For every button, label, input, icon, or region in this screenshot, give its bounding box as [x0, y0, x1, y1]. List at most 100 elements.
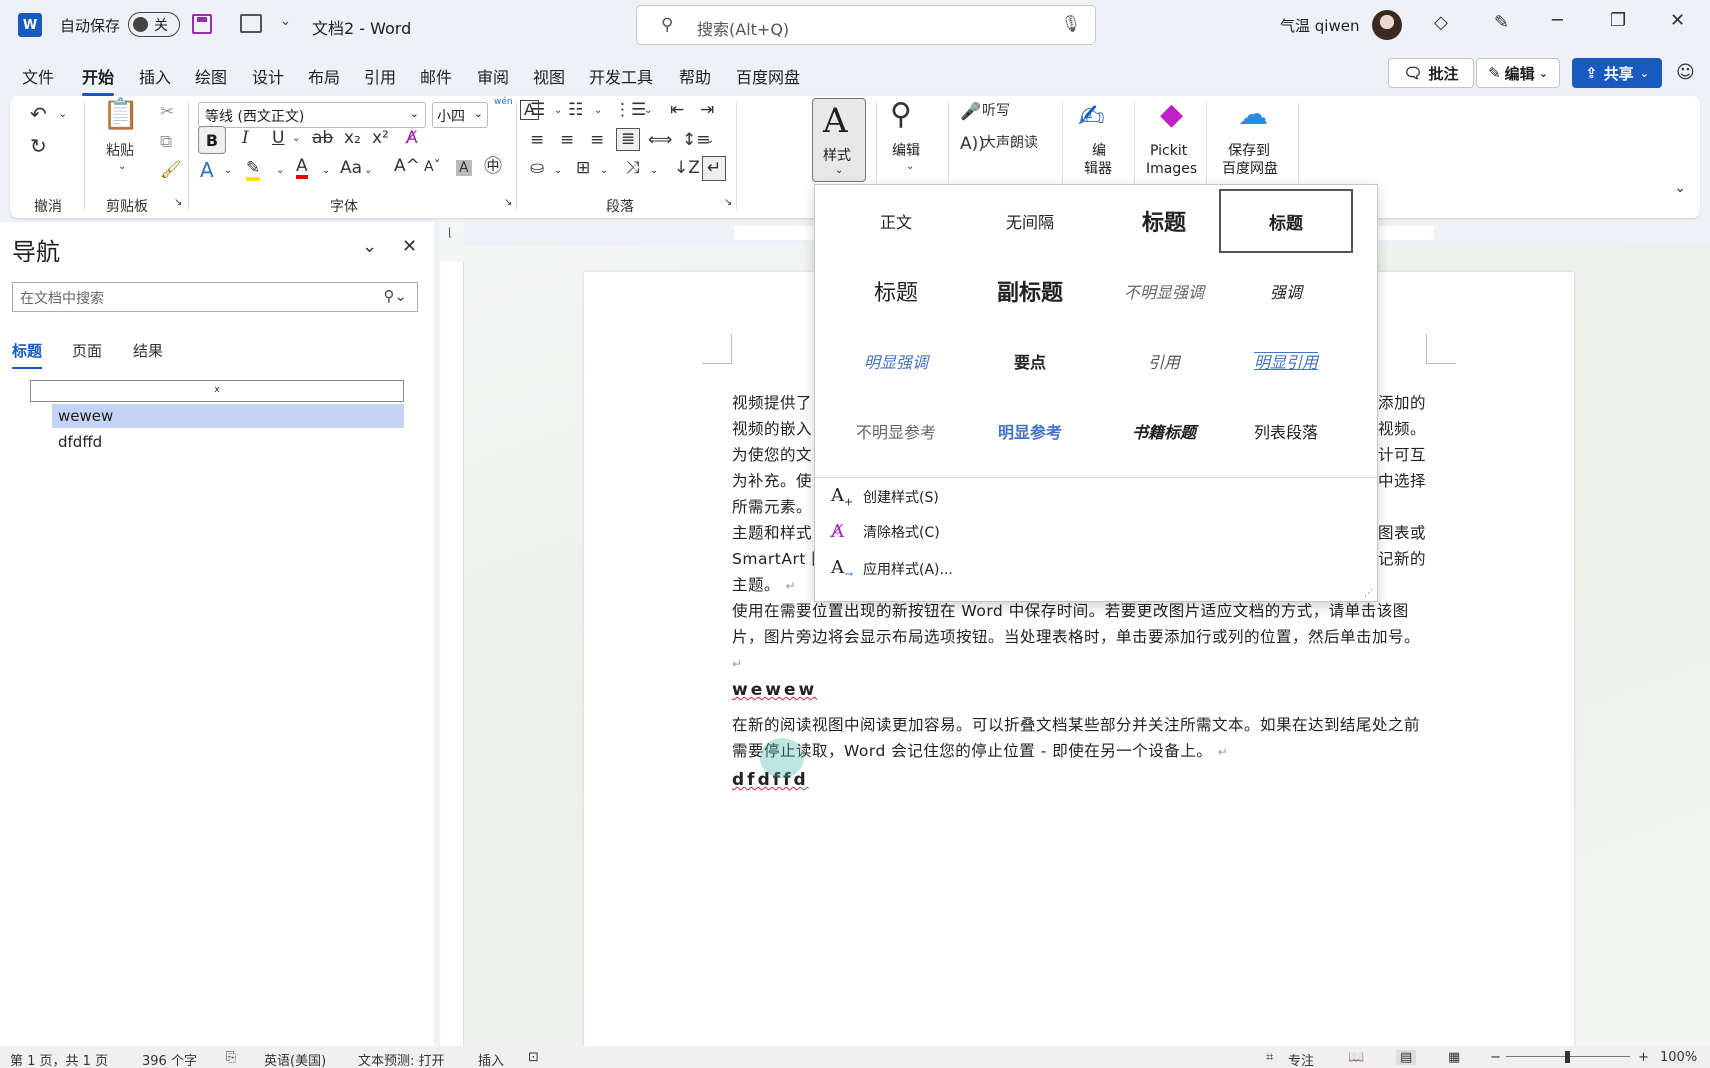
- font-color-icon[interactable]: A: [296, 158, 308, 179]
- diamond-icon[interactable]: ◇: [1434, 12, 1448, 33]
- show-formatting-marks-icon[interactable]: ↵: [702, 156, 727, 181]
- style-quote[interactable]: 引用: [1097, 329, 1231, 393]
- numbering-icon[interactable]: ☷: [568, 102, 583, 119]
- macro-recording-icon[interactable]: ⊡: [528, 1050, 539, 1065]
- vertical-ruler[interactable]: [440, 262, 464, 1046]
- nav-tab-headings[interactable]: 标题: [12, 340, 43, 369]
- editor-label-line1[interactable]: 编: [1092, 142, 1106, 161]
- chevron-down-icon[interactable]: ⌄: [118, 162, 126, 172]
- avatar[interactable]: [1372, 10, 1402, 40]
- editing-label[interactable]: 编辑: [892, 142, 920, 161]
- chevron-down-icon[interactable]: ⌄: [224, 166, 232, 176]
- styles-button[interactable]: A 样式 ⌄: [812, 98, 866, 182]
- pen-icon[interactable]: ✎: [1494, 12, 1509, 33]
- close-icon[interactable]: ✕: [1670, 10, 1685, 31]
- tab-mailings[interactable]: 邮件: [420, 64, 452, 88]
- chevron-down-icon[interactable]: ⌄: [554, 166, 562, 176]
- comments-button[interactable]: 🗨 批注: [1388, 58, 1474, 88]
- word-count[interactable]: 396 个字: [142, 1050, 197, 1068]
- nav-heading-item[interactable]: dfdffd: [52, 430, 404, 454]
- increase-indent-icon[interactable]: ⇥: [700, 102, 714, 119]
- grow-font-icon[interactable]: A^: [394, 158, 420, 175]
- baidu-label-line2[interactable]: 百度网盘: [1222, 160, 1278, 179]
- clear-formatting-icon[interactable]: A̸: [406, 130, 418, 147]
- share-button[interactable]: ⇪ 共享 ⌄: [1572, 58, 1662, 88]
- justify-icon[interactable]: ≣: [616, 128, 641, 151]
- dialog-launcher-icon[interactable]: ↘: [504, 198, 512, 208]
- style-book-title[interactable]: 书籍标题: [1097, 399, 1231, 463]
- tab-layout[interactable]: 布局: [308, 64, 340, 88]
- tab-view[interactable]: 视图: [533, 64, 565, 88]
- chevron-down-icon[interactable]: ⌄: [292, 134, 300, 144]
- style-heading-1[interactable]: 标题: [1097, 189, 1231, 253]
- borders-icon[interactable]: ⊞: [576, 160, 590, 177]
- tab-design[interactable]: 设计: [252, 64, 284, 88]
- shrink-font-icon[interactable]: Aˇ: [424, 160, 441, 174]
- editor-icon[interactable]: ✍: [1078, 100, 1105, 132]
- bullets-icon[interactable]: ☰: [530, 102, 545, 119]
- tab-review[interactable]: 审阅: [477, 64, 509, 88]
- style-intense-quote[interactable]: 明显引用: [1219, 329, 1353, 393]
- strikethrough-icon[interactable]: ab: [312, 130, 333, 147]
- tab-insert[interactable]: 插入: [139, 64, 171, 88]
- subscript-icon[interactable]: x₂: [344, 130, 361, 147]
- superscript-icon[interactable]: x²: [372, 130, 389, 147]
- chevron-down-icon[interactable]: ⌄: [706, 136, 714, 146]
- font-name-select[interactable]: 等线 (西文正文) ⌄: [198, 102, 426, 128]
- present-icon[interactable]: [240, 14, 262, 33]
- highlight-icon[interactable]: ✎: [246, 160, 261, 181]
- zoom-out-icon[interactable]: −: [1490, 1050, 1501, 1065]
- style-strong[interactable]: 要点: [963, 329, 1097, 393]
- baidu-netdisk-icon[interactable]: ☁: [1238, 100, 1268, 130]
- character-shading-icon[interactable]: A: [456, 160, 472, 176]
- navigation-search-input[interactable]: 在文档中搜索 ⚲⌄: [12, 282, 418, 312]
- style-intense-reference[interactable]: 明显参考: [963, 399, 1097, 463]
- chevron-down-icon[interactable]: ⌄: [554, 106, 562, 116]
- text-effects-icon[interactable]: A: [200, 160, 214, 180]
- undo-icon[interactable]: ↶: [30, 104, 47, 124]
- chevron-down-icon[interactable]: ⌄: [322, 166, 330, 176]
- focus-icon[interactable]: ⌗: [1266, 1050, 1273, 1065]
- insert-mode[interactable]: 插入: [478, 1050, 504, 1068]
- paste-icon[interactable]: 📋: [102, 100, 139, 130]
- read-aloud-label[interactable]: 大声朗读: [982, 136, 1038, 150]
- save-icon[interactable]: [192, 14, 212, 34]
- document-heading-1[interactable]: wewew: [732, 680, 817, 700]
- tab-developer[interactable]: 开发工具: [589, 64, 653, 88]
- customize-quick-access-icon[interactable]: ⌄: [280, 14, 291, 29]
- shading-icon[interactable]: ⛀: [530, 160, 544, 177]
- enclose-characters-icon[interactable]: ㊥: [484, 158, 502, 176]
- redo-icon[interactable]: ↻: [30, 136, 47, 156]
- italic-icon[interactable]: I: [242, 130, 249, 147]
- web-layout-icon[interactable]: ▦: [1448, 1050, 1460, 1065]
- align-center-icon[interactable]: ≡: [560, 132, 574, 149]
- tab-file[interactable]: 文件: [22, 64, 54, 88]
- chevron-down-icon[interactable]: ⌄: [594, 106, 602, 116]
- tab-draw[interactable]: 绘图: [195, 64, 227, 88]
- font-size-select[interactable]: 小四 ⌄: [432, 102, 488, 128]
- editing-mode-button[interactable]: ✎ 编辑 ⌄: [1476, 58, 1560, 88]
- style-normal[interactable]: 正文: [829, 189, 963, 253]
- zoom-slider-thumb[interactable]: [1565, 1051, 1570, 1063]
- tab-references[interactable]: 引用: [364, 64, 396, 88]
- dialog-launcher-icon[interactable]: ↘: [174, 198, 182, 208]
- find-icon[interactable]: ⚲: [890, 100, 912, 130]
- decrease-indent-icon[interactable]: ⇤: [670, 102, 684, 119]
- search-box[interactable]: ⚲ 搜索(Alt+Q) 🎙: [636, 5, 1096, 45]
- chevron-down-icon[interactable]: ⌄: [362, 236, 377, 257]
- dialog-launcher-icon[interactable]: ↘: [724, 198, 732, 208]
- chinese-layout-icon[interactable]: ⤨: [626, 160, 640, 177]
- paragraph-3[interactable]: 使用在需要位置出现的新按钮在 Word 中保存时间。若要更改图片适应文档的方式，…: [732, 598, 1426, 677]
- chevron-down-icon[interactable]: ⌄: [364, 166, 372, 176]
- chevron-down-icon[interactable]: ⌄: [644, 106, 652, 116]
- align-right-icon[interactable]: ≡: [590, 132, 604, 149]
- tab-home[interactable]: 开始: [82, 64, 115, 96]
- tab-baidu-netdisk[interactable]: 百度网盘: [736, 64, 800, 88]
- underline-icon[interactable]: U: [272, 130, 284, 147]
- restore-icon[interactable]: ❐: [1610, 10, 1626, 31]
- user-name[interactable]: 气温 qiwen: [1280, 15, 1359, 36]
- zoom-in-icon[interactable]: +: [1638, 1050, 1649, 1065]
- pickit-icon[interactable]: ◆: [1160, 100, 1183, 130]
- nav-empty-heading[interactable]: x: [30, 380, 404, 402]
- cut-icon[interactable]: ✂: [160, 104, 174, 121]
